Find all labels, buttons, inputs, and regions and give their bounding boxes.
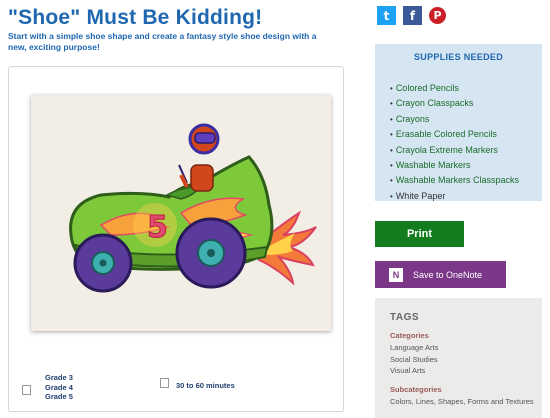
onenote-label: Save to OneNote	[413, 269, 483, 280]
twitter-share-button[interactable]: t	[377, 6, 396, 25]
supply-item[interactable]: • Crayon Classpacks	[390, 96, 542, 111]
bullet-icon: •	[390, 114, 393, 124]
supplies-list: • Colored Pencils • Crayon Classpacks • Cra…	[375, 70, 542, 204]
category-link[interactable]: Social Studies	[390, 354, 542, 366]
save-to-onenote-button[interactable]: N Save to OneNote	[375, 261, 506, 288]
page-title: "Shoe" Must Be Kidding!	[8, 6, 263, 29]
tags-panel: TAGS Categories Language Arts Social Stu…	[375, 298, 542, 418]
supply-item[interactable]: • Washable Markers	[390, 158, 542, 173]
subcategory-link[interactable]: Colors, Lines, Shapes, Forms and Texture…	[390, 396, 542, 408]
facebook-icon: f	[409, 8, 416, 23]
bullet-icon: •	[390, 130, 393, 140]
twitter-icon: t	[383, 8, 390, 23]
supply-item[interactable]: • Colored Pencils	[390, 81, 542, 96]
grade-item: Grade 4	[45, 382, 73, 392]
pinterest-icon: P	[429, 7, 446, 24]
supplies-header: SUPPLIES NEEDED	[413, 52, 504, 62]
artwork-card: 5 Grade 3 Grade 4 Grade 5 30 to 60 minut…	[8, 66, 344, 412]
supplies-panel: SUPPLIES NEEDED • Colored Pencils • Crayon…	[375, 44, 542, 201]
rear-wheel-drawing	[175, 217, 247, 289]
supply-item[interactable]: • Crayons	[390, 112, 542, 127]
front-wheel-drawing	[73, 233, 133, 293]
time-label: 30 to 60 minutes	[176, 381, 235, 390]
supply-item: • White Paper	[390, 190, 446, 201]
bullet-icon: •	[390, 99, 393, 109]
grade-checkbox-icon[interactable]	[22, 385, 31, 395]
grade-list: Grade 3 Grade 4 Grade 5	[45, 373, 73, 402]
bullet-icon: •	[390, 161, 393, 171]
grade-item: Grade 5	[45, 392, 73, 401]
car-number: 5	[147, 210, 168, 245]
time-checkbox-icon[interactable]	[160, 378, 169, 388]
shoe-car-drawing: 5	[31, 95, 331, 331]
print-button[interactable]: Print	[375, 221, 464, 247]
bullet-icon: •	[390, 145, 393, 155]
supply-item[interactable]: • Erasable Colored Pencils	[390, 127, 542, 142]
categories-heading: Categories	[390, 331, 429, 340]
bullet-icon: •	[390, 84, 393, 93]
grade-item: Grade 3	[45, 373, 73, 382]
subcategories-heading: Subcategories	[390, 384, 442, 394]
subcategories-group: Subcategories Colors, Lines, Shapes, For…	[390, 385, 542, 408]
facebook-share-button[interactable]: f	[403, 6, 422, 25]
categories-group: Categories Language Arts Social Studies …	[390, 331, 542, 377]
tags-heading: TAGS	[390, 312, 420, 323]
artwork-image[interactable]: 5	[31, 95, 331, 331]
bullet-icon: •	[390, 176, 393, 186]
activity-meta: Grade 3 Grade 4 Grade 5 30 to 60 minutes	[9, 367, 343, 407]
category-link[interactable]: Language Arts	[390, 342, 542, 354]
category-link[interactable]: Visual Arts	[390, 365, 542, 377]
bullet-icon: •	[390, 191, 393, 201]
pinterest-share-button[interactable]: P	[428, 6, 447, 25]
supply-item[interactable]: • Crayola Extreme Markers	[390, 143, 542, 158]
page-intro: Start with a simple shoe shape and creat…	[8, 31, 317, 52]
onenote-icon: N	[389, 267, 403, 282]
supply-item[interactable]: • Washable Markers Classpacks	[390, 173, 542, 188]
